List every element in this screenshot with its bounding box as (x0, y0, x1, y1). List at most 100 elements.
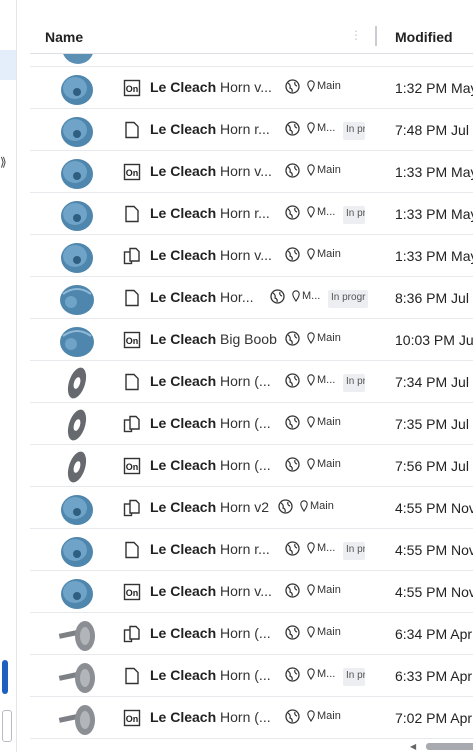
branch-pin-icon (307, 80, 315, 92)
sidebar-control[interactable] (2, 710, 12, 742)
document-title[interactable]: Le Cleach Horn (... (150, 415, 271, 431)
public-globe-icon (285, 457, 300, 472)
table-row[interactable]: Le Cleach Hor... M... In progr 8:36 PM Jul (30, 277, 473, 319)
part-thumbnail-icon (61, 495, 93, 525)
document-title[interactable]: Le Cleach Horn v... (150, 163, 272, 179)
status-badge: In pro (343, 206, 365, 224)
onshape-document-type-icon: On (123, 79, 141, 97)
svg-text:On: On (126, 588, 139, 598)
document-title[interactable]: Le Cleach Horn (... (150, 457, 271, 473)
modified-date: 6:34 PM Apr (395, 626, 473, 642)
scroll-left-icon[interactable]: ◀ (410, 742, 416, 751)
status-badge: In pro (343, 668, 365, 686)
document-document-type-icon (125, 373, 139, 391)
table-row[interactable]: On Le Cleach Big Boob Main 10:03 PM Ju (30, 319, 473, 361)
horizontal-scrollbar[interactable]: ◀ (410, 742, 473, 751)
modified-date: 1:33 PM May (395, 248, 473, 264)
part-thumbnail-icon (61, 201, 93, 231)
public-globe-icon (270, 289, 285, 304)
column-header-modified[interactable]: Modified (395, 29, 453, 45)
public-globe-icon (285, 205, 300, 220)
partial-row (30, 54, 473, 67)
svg-text:On: On (126, 714, 139, 724)
branch-label: M... (292, 290, 320, 302)
modified-date: 1:33 PM May (395, 206, 473, 222)
branch-label: M... (307, 122, 335, 134)
status-badge: In pro (343, 374, 365, 392)
modified-date: 6:33 PM Apr (395, 668, 473, 684)
table-row[interactable]: Le Cleach Horn (... M... In pro 6:33 PM Apr (30, 655, 473, 697)
table-row[interactable]: Le Cleach Horn v2 Main 4:55 PM Nov (30, 487, 473, 529)
document-title[interactable]: Le Cleach Hor... (150, 289, 254, 305)
part-thumbnail-icon (60, 285, 94, 315)
table-row[interactable]: On Le Cleach Horn v... Main 4:55 PM Nov (30, 571, 473, 613)
branch-pin-icon (307, 374, 315, 386)
document-title[interactable]: Le Cleach Horn r... (150, 121, 270, 137)
document-document-type-icon (125, 121, 139, 139)
part-thumbnail-icon (58, 663, 95, 693)
public-globe-icon (285, 373, 300, 388)
branch-pin-icon (307, 626, 315, 638)
modified-date: 7:56 PM Jul (395, 458, 469, 474)
document-title[interactable]: Le Cleach Horn v... (150, 79, 272, 95)
status-badge: In progr (328, 290, 369, 308)
branch-pin-icon (292, 290, 300, 302)
onshape-document-type-icon: On (123, 331, 141, 349)
modified-date: 7:35 PM Jul (395, 416, 469, 432)
document-document-type-icon (125, 289, 139, 307)
part-thumbnail-icon (67, 451, 87, 483)
column-header-name[interactable]: Name (45, 29, 83, 45)
horn-thumbnail-icon (63, 54, 93, 64)
document-title[interactable]: Le Cleach Horn r... (150, 205, 270, 221)
document-document-type-icon (125, 541, 139, 559)
document-title[interactable]: Le Cleach Horn (... (150, 373, 271, 389)
copy-document-type-icon (123, 247, 140, 265)
sidebar-selected-item[interactable] (0, 50, 16, 80)
document-list: Name ⋮ Modified On Le Cleach Horn v... Mai… (30, 0, 473, 752)
table-row[interactable]: On Le Cleach Horn (... Main 7:56 PM Jul (30, 445, 473, 487)
table-row[interactable]: Le Cleach Horn r... M... In pro 1:33 PM May (30, 193, 473, 235)
document-title[interactable]: Le Cleach Horn v2 (150, 499, 269, 515)
modified-date: 8:36 PM Jul (395, 290, 469, 306)
part-thumbnail-icon (61, 117, 93, 147)
modified-date: 7:02 PM Apr (395, 710, 473, 726)
table-row[interactable]: Le Cleach Horn v... Main 1:33 PM May (30, 235, 473, 277)
table-row[interactable]: On Le Cleach Horn (... Main 7:02 PM Apr (30, 697, 473, 739)
branch-pin-icon (307, 122, 315, 134)
collapse-sidebar-icon[interactable]: ⟫ (0, 155, 7, 169)
table-row[interactable]: Le Cleach Horn (... Main 6:34 PM Apr (30, 613, 473, 655)
modified-date: 7:34 PM Jul (395, 374, 469, 390)
branch-pin-icon (307, 542, 315, 554)
document-title[interactable]: Le Cleach Horn v... (150, 583, 272, 599)
document-title[interactable]: Le Cleach Horn (... (150, 709, 271, 725)
table-row[interactable]: Le Cleach Horn (... M... In pro 7:34 PM Jul (30, 361, 473, 403)
document-title[interactable]: Le Cleach Horn (... (150, 667, 271, 683)
branch-pin-icon (307, 710, 315, 722)
document-title[interactable]: Le Cleach Horn r... (150, 541, 270, 557)
column-menu-icon[interactable]: ⋮ (350, 28, 362, 42)
modified-date: 7:48 PM Jul (395, 122, 469, 138)
branch-pin-icon (307, 458, 315, 470)
sidebar-accent-bar[interactable] (2, 660, 8, 694)
status-badge: In pro (343, 122, 365, 140)
scrollbar-thumb[interactable] (426, 743, 473, 750)
public-globe-icon (285, 667, 300, 682)
branch-label: Main (307, 248, 341, 260)
branch-label: Main (307, 80, 341, 92)
branch-label: M... (307, 374, 335, 386)
document-title[interactable]: Le Cleach Horn (... (150, 625, 271, 641)
copy-document-type-icon (123, 625, 140, 643)
branch-pin-icon (307, 584, 315, 596)
table-row[interactable]: Le Cleach Horn r... M... In pro 7:48 PM Jul (30, 109, 473, 151)
document-title[interactable]: Le Cleach Horn v... (150, 247, 272, 263)
copy-document-type-icon (123, 415, 140, 433)
left-sidebar: ⟫ (0, 0, 17, 752)
document-title[interactable]: Le Cleach Big Boob (150, 331, 277, 347)
branch-label: Main (307, 164, 341, 176)
svg-text:On: On (126, 336, 139, 346)
table-row[interactable]: On Le Cleach Horn v... Main 1:32 PM May (30, 67, 473, 109)
column-resize-handle[interactable] (375, 26, 377, 46)
table-row[interactable]: On Le Cleach Horn v... Main 1:33 PM May (30, 151, 473, 193)
table-row[interactable]: Le Cleach Horn (... Main 7:35 PM Jul (30, 403, 473, 445)
table-row[interactable]: Le Cleach Horn r... M... In pro 4:55 PM Nov (30, 529, 473, 571)
